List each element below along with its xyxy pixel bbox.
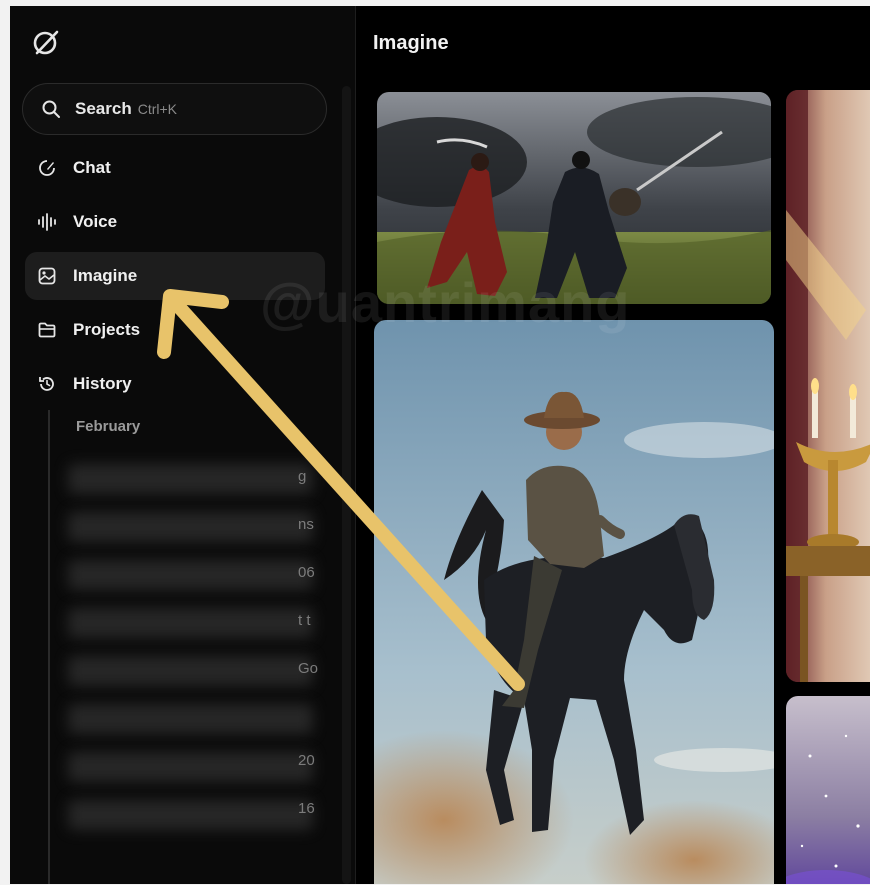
- history-item-tail: 20: [298, 752, 315, 769]
- search-icon: [42, 100, 60, 118]
- voice-waveform-icon: [37, 212, 57, 232]
- history-item-tail: Go: [298, 660, 319, 677]
- history-section-label: February: [76, 418, 141, 435]
- history-item-tail: ns: [298, 516, 314, 533]
- history-item[interactable]: [68, 560, 313, 590]
- history-item[interactable]: [68, 800, 313, 830]
- history-item[interactable]: [68, 512, 313, 542]
- search-shortcut: Ctrl+K: [137, 101, 177, 117]
- grok-logo-icon[interactable]: [30, 26, 62, 58]
- history-item[interactable]: [68, 752, 313, 782]
- app-window: Search Ctrl+K Chat Voice Imagine Project…: [10, 6, 870, 884]
- gallery-image-sparkle[interactable]: [786, 696, 870, 884]
- nav-label: Imagine: [73, 266, 138, 285]
- nav-item-history[interactable]: History: [25, 360, 325, 408]
- search-button[interactable]: Search Ctrl+K: [22, 83, 327, 135]
- history-item-tail: 06: [298, 564, 315, 581]
- history-item[interactable]: [68, 656, 313, 686]
- imagine-image-icon: [37, 266, 57, 286]
- nav-label: Projects: [73, 320, 141, 339]
- history-item[interactable]: [68, 608, 313, 638]
- sidebar-scrollbar[interactable]: [342, 86, 351, 884]
- history-item[interactable]: [68, 704, 313, 734]
- nav-item-voice[interactable]: Voice: [25, 198, 325, 246]
- history-item[interactable]: [68, 464, 313, 494]
- sidebar: Search Ctrl+K Chat Voice Imagine Project…: [10, 6, 356, 884]
- nav-label: History: [73, 374, 132, 393]
- page-title: Imagine: [373, 32, 449, 54]
- watermark: @uantrimang: [260, 271, 631, 334]
- history-list: g ns 06 t t Go 20 16: [68, 456, 338, 866]
- search-label: Search: [75, 99, 132, 118]
- nav-label: Chat: [73, 158, 111, 177]
- history-divider: [48, 410, 50, 884]
- nav-label: Voice: [73, 212, 118, 231]
- gallery-image-cowboy[interactable]: [374, 320, 774, 884]
- chat-edit-icon: [37, 158, 57, 178]
- imagine-gallery: Imagine: [357, 6, 870, 884]
- gallery-image-candles[interactable]: [786, 90, 870, 682]
- folder-icon: [37, 320, 57, 340]
- nav-item-chat[interactable]: Chat: [25, 144, 325, 192]
- history-item-tail: g: [298, 468, 307, 485]
- history-item-tail: t t: [298, 612, 311, 629]
- history-item-tail: 16: [298, 800, 315, 817]
- history-clock-icon: [37, 374, 57, 394]
